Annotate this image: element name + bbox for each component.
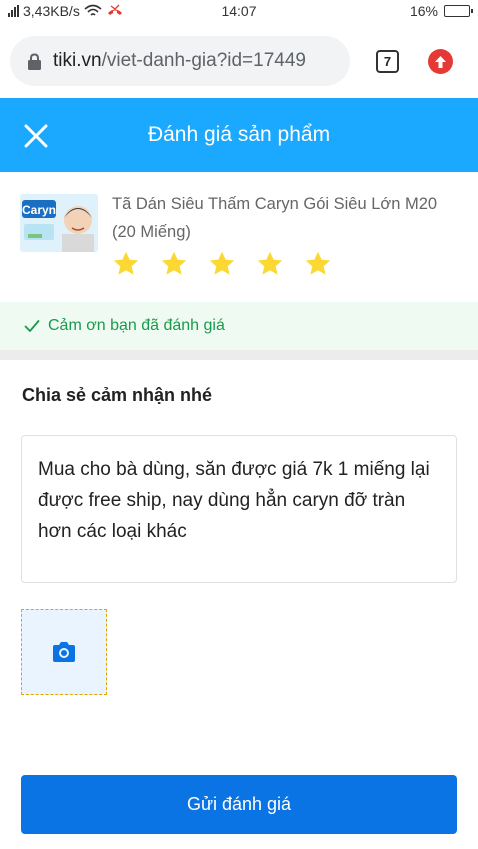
- star-icon[interactable]: [256, 250, 284, 278]
- star-icon[interactable]: [304, 250, 332, 278]
- section-divider: [0, 350, 478, 360]
- product-summary: Caryn Tã Dán Siêu Thấm Caryn Gói Siêu Lớ…: [0, 172, 478, 302]
- page-header: Đánh giá sản phẩm: [0, 98, 478, 172]
- battery-icon: [444, 5, 473, 17]
- status-time: 14:07: [221, 3, 257, 19]
- photo-upload-button[interactable]: [21, 609, 107, 695]
- thanks-banner: Cảm ơn bạn đã đánh giá: [0, 302, 478, 350]
- check-icon: [24, 320, 40, 332]
- product-image: Caryn: [20, 194, 98, 252]
- tab-switcher-button[interactable]: 7: [376, 50, 399, 73]
- update-button[interactable]: [428, 49, 453, 74]
- address-bar[interactable]: tiki.vn/viet-danh-gia?id=17449: [10, 36, 350, 86]
- url-text: tiki.vn/viet-danh-gia?id=17449: [53, 50, 306, 72]
- status-right: 16%: [409, 3, 473, 19]
- star-icon[interactable]: [208, 250, 236, 278]
- thanks-message: Cảm ơn bạn đã đánh giá: [48, 317, 225, 334]
- review-textarea[interactable]: Mua cho bà dùng, săn được giá 7k 1 miếng…: [21, 435, 457, 583]
- url-domain: tiki.vn: [53, 50, 102, 71]
- url-path: /viet-danh-gia?id=17449: [101, 50, 306, 71]
- page-title: Đánh giá sản phẩm: [147, 123, 331, 146]
- product-brand-text: Caryn: [22, 203, 56, 217]
- status-bar: 3,43KB/s 14:07 16%: [0, 0, 478, 24]
- product-package-image: Caryn: [20, 194, 98, 252]
- battery-percent: 16%: [409, 3, 438, 19]
- rating-stars[interactable]: [112, 250, 332, 278]
- lock-icon: [28, 52, 41, 70]
- submit-review-button[interactable]: Gửi đánh giá: [21, 775, 457, 834]
- camera-icon: [53, 642, 75, 662]
- arrow-up-icon: [435, 55, 446, 68]
- product-name: Tã Dán Siêu Thấm Caryn Gói Siêu Lớn M20 …: [112, 195, 438, 241]
- share-title: Chia sẻ cảm nhận nhé: [22, 385, 213, 405]
- star-icon[interactable]: [160, 250, 188, 278]
- star-icon[interactable]: [112, 250, 140, 278]
- browser-toolbar: tiki.vn/viet-danh-gia?id=17449 7: [0, 24, 478, 98]
- close-icon[interactable]: [22, 122, 50, 150]
